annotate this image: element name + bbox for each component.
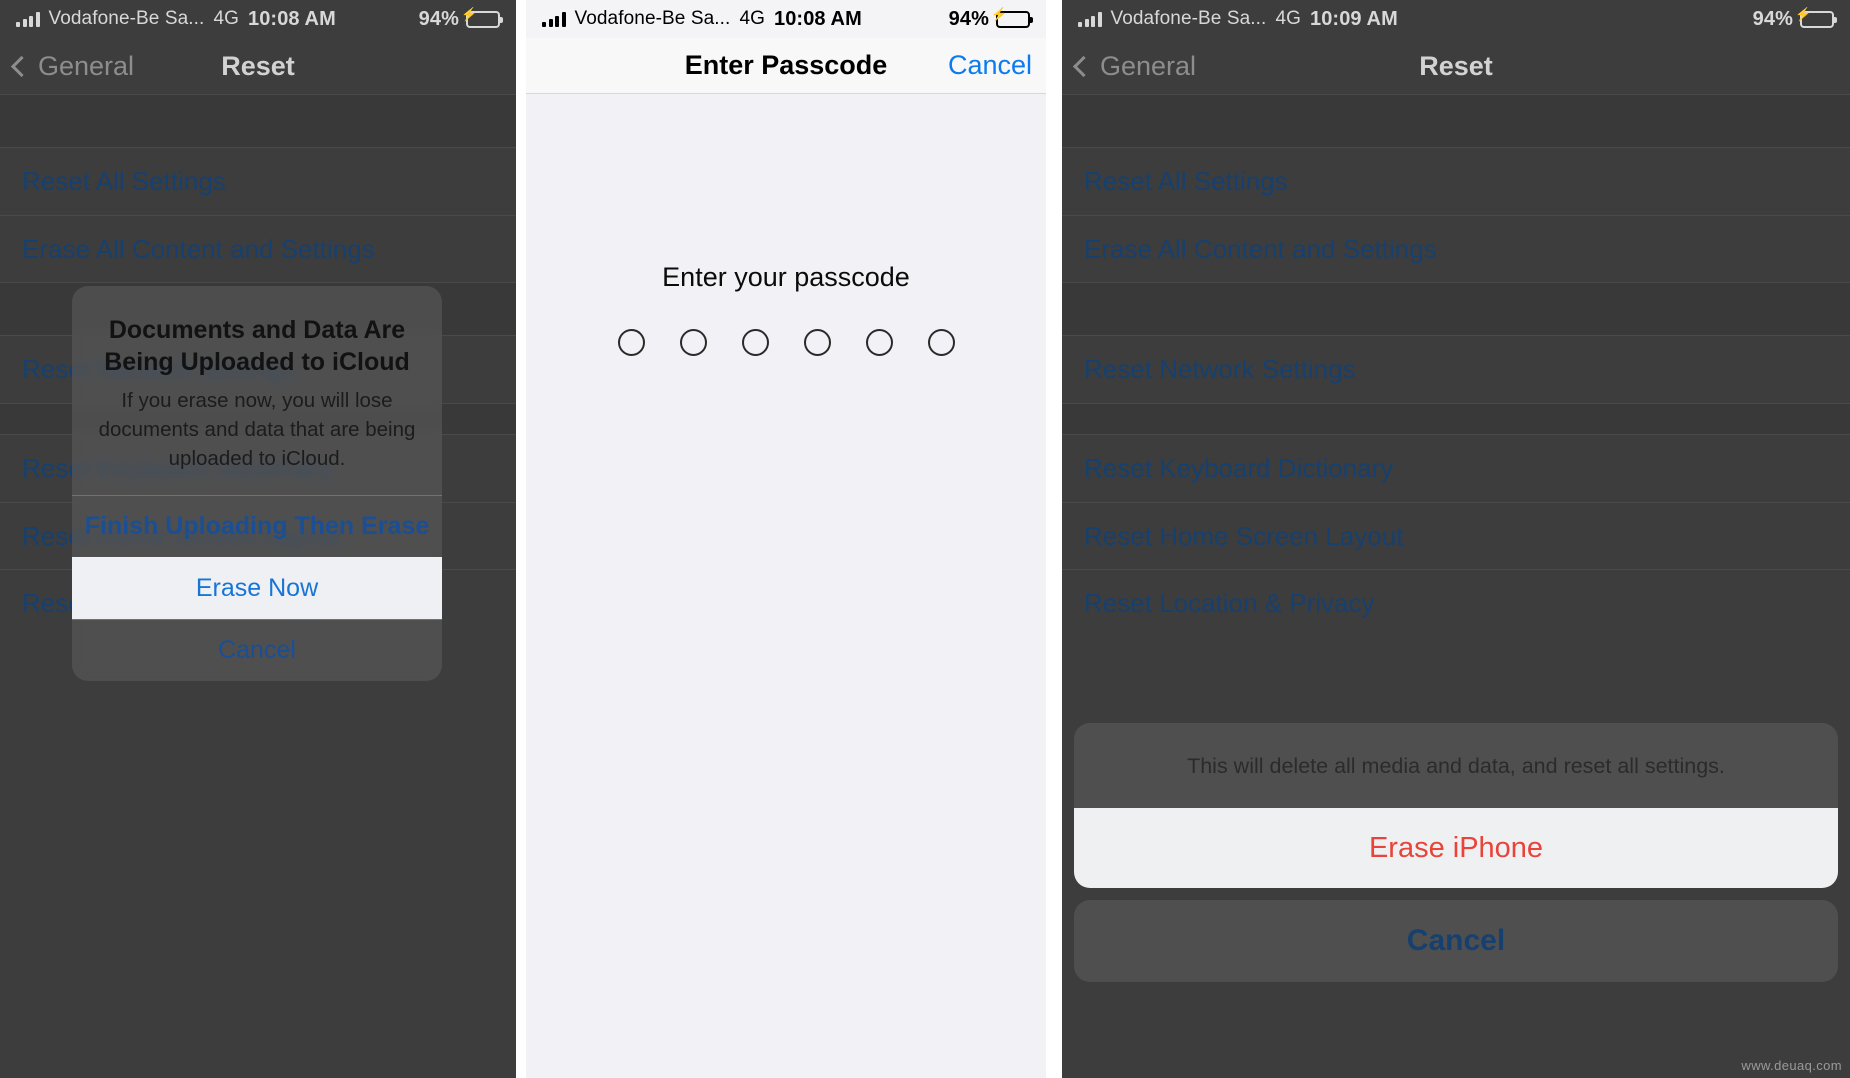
- erase-now-button[interactable]: Erase Now: [72, 557, 442, 620]
- battery-icon: ⚡: [461, 8, 503, 28]
- nav-bar-3: General Reset: [1062, 38, 1850, 94]
- passcode-dot-4: [803, 329, 831, 356]
- signal-bars-icon: [1078, 11, 1102, 27]
- chevron-left-icon: [1072, 55, 1095, 77]
- network-type-label: 4G: [739, 8, 765, 29]
- carrier-label: Vodafone-Be Sa...: [48, 8, 205, 29]
- status-left-3: Vodafone-Be Sa... 4G 10:09 AM: [1078, 8, 1398, 31]
- action-sheet-cancel-button[interactable]: Cancel: [1074, 900, 1838, 982]
- passcode-prompt: Enter your passcode: [662, 262, 910, 292]
- watermark-label: www.deuaq.com: [1741, 1058, 1842, 1073]
- row-reset-location-privacy[interactable]: Reset Location & Privacy: [1062, 569, 1850, 636]
- screenshot-stage: Vodafone-Be Sa... 4G 10:08 AM 94% ⚡ Gene…: [0, 0, 1850, 1078]
- status-left-1: Vodafone-Be Sa... 4G 10:08 AM: [16, 8, 336, 31]
- phone-panel-3: Vodafone-Be Sa... 4G 10:09 AM 94% ⚡ Gene…: [1062, 0, 1850, 1078]
- back-label: General: [38, 50, 135, 81]
- lightning-bolt-icon: ⚡: [461, 6, 478, 22]
- battery-percent-label: 94%: [1752, 7, 1793, 30]
- list-gap: [1062, 94, 1850, 148]
- back-button-1[interactable]: General: [10, 50, 135, 82]
- passcode-dot-5: [865, 329, 893, 356]
- list-gap: [0, 94, 516, 148]
- action-sheet-message: This will delete all media and data, and…: [1187, 754, 1725, 779]
- lightning-bolt-icon: ⚡: [991, 6, 1008, 22]
- passcode-dot-6: [927, 329, 955, 356]
- alert-cancel-button[interactable]: Cancel: [72, 619, 442, 681]
- row-reset-all-settings[interactable]: Reset All Settings: [1062, 148, 1850, 215]
- nav-bar-2: Enter Passcode Cancel: [526, 38, 1046, 94]
- row-reset-keyboard-dictionary[interactable]: Reset Keyboard Dictionary: [1062, 435, 1850, 502]
- passcode-dot-1: [617, 329, 645, 356]
- erase-action-sheet: This will delete all media and data, and…: [1074, 723, 1838, 982]
- lightning-bolt-icon: ⚡: [1795, 6, 1812, 22]
- back-button-3[interactable]: General: [1072, 50, 1197, 82]
- back-label: General: [1100, 50, 1197, 81]
- network-type-label: 4G: [1275, 8, 1301, 29]
- battery-percent-label: 94%: [418, 7, 459, 30]
- passcode-screen: Enter your passcode: [526, 94, 1046, 1078]
- battery-icon: ⚡: [991, 8, 1033, 28]
- battery-percent-label: 94%: [948, 7, 989, 30]
- passcode-dots[interactable]: [617, 329, 955, 356]
- nav-bar-1: General Reset: [0, 38, 516, 94]
- panel-divider: [516, 0, 526, 1078]
- status-right-3: 94% ⚡: [1752, 7, 1837, 31]
- row-reset-all-settings[interactable]: Reset All Settings: [0, 148, 516, 215]
- network-type-label: 4G: [213, 8, 239, 29]
- carrier-label: Vodafone-Be Sa...: [1110, 8, 1267, 29]
- phone-panel-1: Vodafone-Be Sa... 4G 10:08 AM 94% ⚡ Gene…: [0, 0, 516, 1078]
- row-erase-all-content[interactable]: Erase All Content and Settings: [0, 215, 516, 282]
- clock-label: 10:08 AM: [247, 7, 336, 30]
- row-reset-network-settings[interactable]: Reset Network Settings: [1062, 336, 1850, 403]
- passcode-cancel-button[interactable]: Cancel: [948, 50, 1032, 81]
- action-sheet-group: This will delete all media and data, and…: [1074, 723, 1838, 888]
- phone-panel-2: Vodafone-Be Sa... 4G 10:08 AM 94% ⚡ Ente…: [526, 0, 1046, 1078]
- carrier-label: Vodafone-Be Sa...: [574, 8, 731, 29]
- icloud-upload-alert: Documents and Data Are Being Uploaded to…: [72, 286, 442, 682]
- alert-title: Documents and Data Are Being Uploaded to…: [104, 316, 410, 376]
- finish-uploading-then-erase-button[interactable]: Finish Uploading Then Erase: [72, 495, 442, 557]
- status-right-2: 94% ⚡: [948, 7, 1033, 31]
- erase-iphone-button[interactable]: Erase iPhone: [1074, 808, 1838, 888]
- list-gap: [1062, 403, 1850, 435]
- signal-bars-icon: [16, 11, 40, 27]
- status-bar-3: Vodafone-Be Sa... 4G 10:09 AM 94% ⚡: [1062, 0, 1850, 38]
- status-right-1: 94% ⚡: [418, 7, 503, 31]
- battery-icon: ⚡: [1795, 8, 1837, 28]
- alert-body: Documents and Data Are Being Uploaded to…: [72, 286, 442, 495]
- alert-message: If you erase now, you will lose document…: [98, 389, 416, 471]
- panel-divider: [1046, 0, 1062, 1078]
- signal-bars-icon: [542, 11, 566, 27]
- clock-label: 10:09 AM: [1309, 7, 1398, 30]
- list-gap: [1062, 282, 1850, 336]
- passcode-dot-2: [679, 329, 707, 356]
- status-left-2: Vodafone-Be Sa... 4G 10:08 AM: [542, 8, 862, 31]
- row-reset-home-screen-layout[interactable]: Reset Home Screen Layout: [1062, 502, 1850, 569]
- chevron-left-icon: [10, 55, 33, 77]
- clock-label: 10:08 AM: [773, 7, 862, 30]
- row-erase-all-content[interactable]: Erase All Content and Settings: [1062, 215, 1850, 282]
- status-bar-1: Vodafone-Be Sa... 4G 10:08 AM 94% ⚡: [0, 0, 516, 38]
- status-bar-2: Vodafone-Be Sa... 4G 10:08 AM 94% ⚡: [526, 0, 1046, 38]
- passcode-dot-3: [741, 329, 769, 356]
- list-filler: [0, 636, 516, 1056]
